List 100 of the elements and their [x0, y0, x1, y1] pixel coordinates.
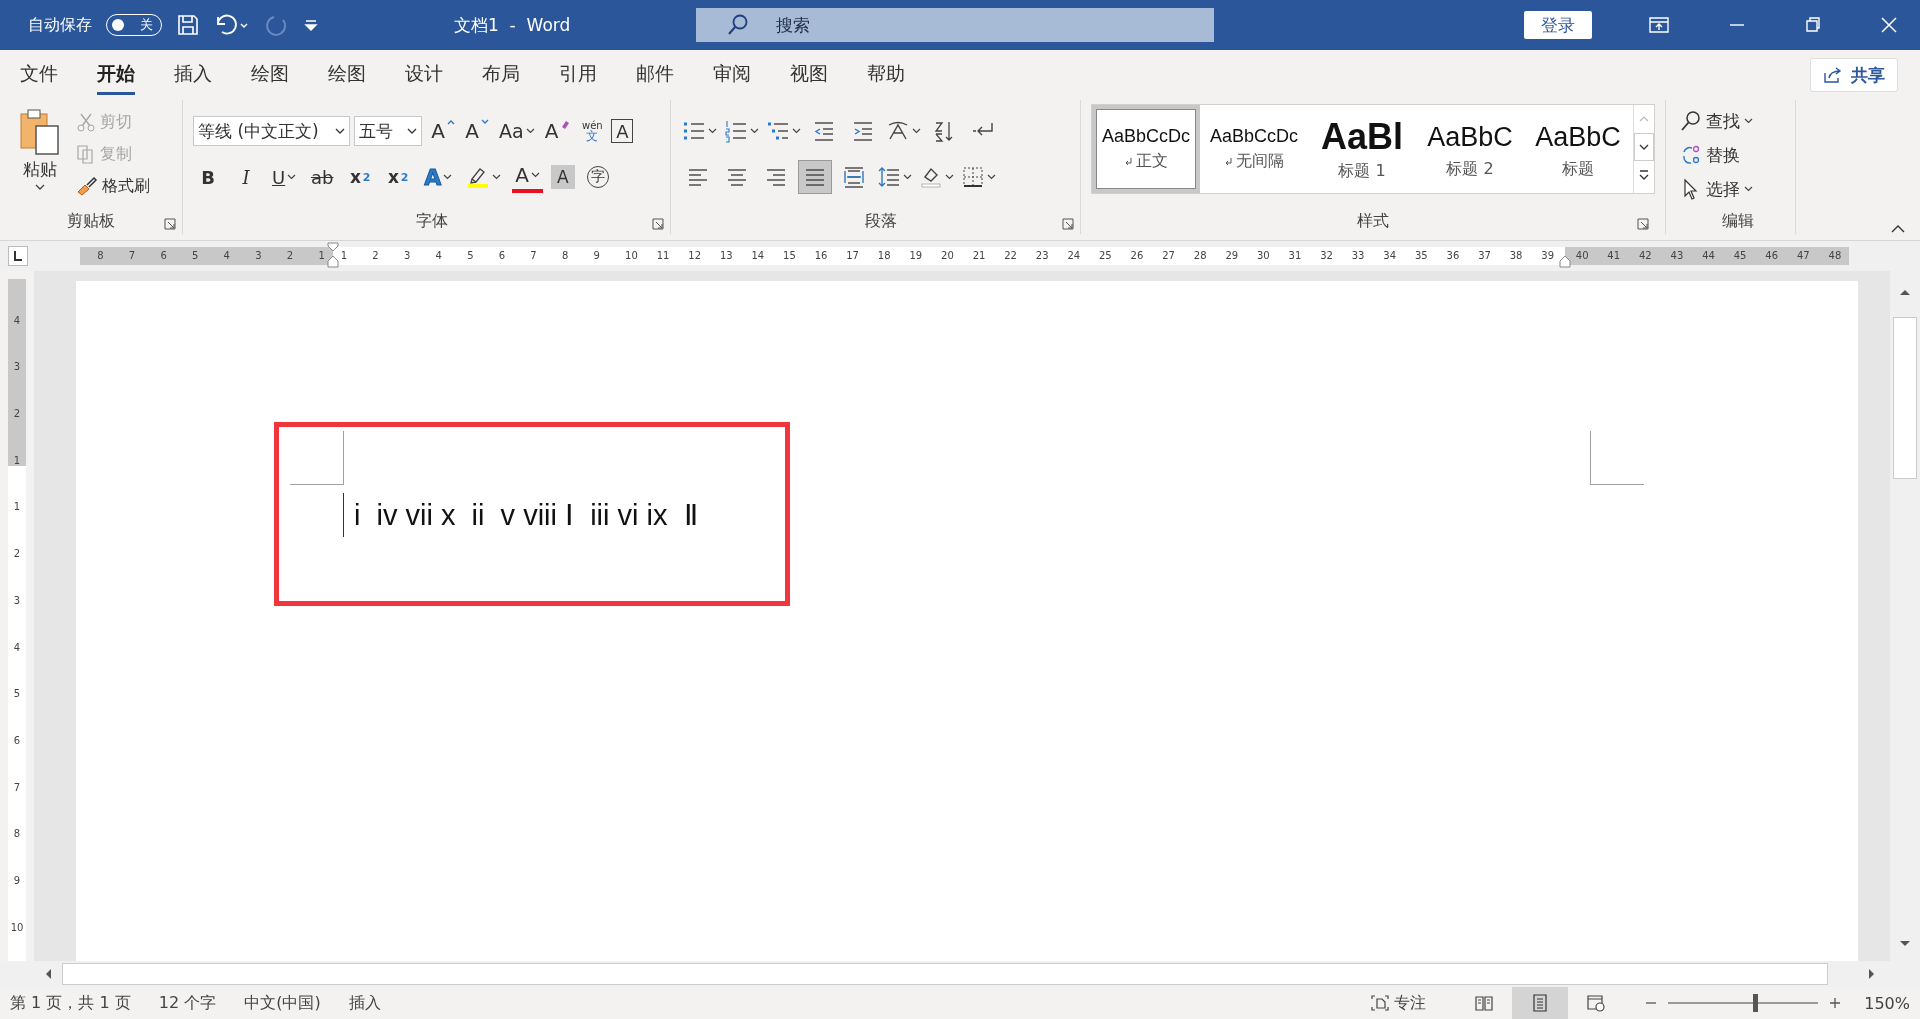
ruler-number: 45 — [1732, 249, 1748, 263]
ribbon-tab[interactable]: 绘图 — [328, 55, 366, 95]
undo-icon[interactable] — [214, 13, 250, 37]
zoom-in-icon[interactable] — [1828, 996, 1843, 1010]
character-shading-button[interactable]: A — [550, 165, 575, 189]
style-item[interactable]: AaBl 标题 1 — [1308, 105, 1416, 193]
character-border-button[interactable]: A — [611, 119, 634, 143]
tab-selector-icon[interactable] — [8, 246, 28, 266]
ruler-number: 3 — [12, 593, 22, 606]
slider-thumb[interactable] — [1753, 994, 1759, 1012]
ribbon-tab[interactable]: 帮助 — [867, 55, 905, 95]
justify-button[interactable] — [798, 160, 832, 194]
restore-icon[interactable] — [1804, 15, 1822, 35]
style-item[interactable]: AaBbC 标题 2 — [1416, 105, 1524, 193]
focus-button[interactable]: 专注 — [1370, 992, 1427, 1014]
ribbon-tab[interactable]: 邮件 — [636, 55, 674, 95]
style-item[interactable]: AaBbCcDc 正文 — [1092, 105, 1200, 193]
find-button[interactable]: 查找 — [1680, 106, 1795, 136]
change-case-button[interactable]: Aa — [496, 115, 538, 147]
ruler-number: 2 — [285, 249, 295, 263]
dialog-launcher-icon[interactable] — [164, 218, 176, 230]
ruler-number: 3 — [254, 249, 263, 263]
ruler-number: 1 — [339, 249, 349, 263]
ruler-number: 1 — [12, 453, 22, 466]
web-page-icon — [1586, 994, 1607, 1012]
close-icon[interactable] — [1880, 15, 1898, 35]
search-icon — [726, 13, 750, 37]
italic-button[interactable]: I — [231, 161, 261, 193]
language-status[interactable]: 中文(中国) — [244, 992, 321, 1014]
word-count[interactable]: 12 个字 — [158, 992, 217, 1014]
ribbon-tab[interactable]: 插入 — [174, 55, 212, 95]
ribbon-tab[interactable]: 引用 — [559, 55, 597, 95]
insert-mode-status[interactable]: 插入 — [348, 992, 381, 1014]
group-label: 剪贴板 — [67, 210, 115, 232]
underline-button[interactable]: U — [269, 161, 300, 193]
paste-button[interactable]: 粘贴 — [18, 104, 62, 208]
indent-marker-icon[interactable] — [327, 242, 339, 268]
ruler-number: 14 — [750, 249, 766, 263]
save-icon[interactable] — [176, 13, 200, 37]
distribute-icon — [842, 165, 866, 189]
style-item[interactable]: AaBbC 标题 — [1524, 105, 1632, 193]
search-field[interactable]: 搜索 — [696, 8, 1214, 42]
zoom-level[interactable]: 150% — [1864, 993, 1910, 1013]
ribbon-display-icon[interactable] — [1648, 15, 1670, 35]
strikethrough-button[interactable]: ab — [307, 161, 338, 193]
page-count[interactable]: 第 1 页，共 1 页 — [10, 992, 131, 1014]
ruler-number: 27 — [1161, 249, 1176, 263]
clear-formatting-button[interactable]: A — [541, 115, 574, 147]
ruler-number: 4 — [434, 249, 443, 263]
dialog-launcher-icon[interactable] — [1062, 218, 1074, 230]
select-button[interactable]: 选择 — [1680, 174, 1795, 204]
scroll-thumb[interactable] — [62, 963, 1828, 985]
font-size-dropdown[interactable]: 五号 — [354, 116, 422, 146]
scroll-thumb[interactable] — [1893, 317, 1917, 479]
ruler-number: 26 — [1129, 249, 1145, 263]
dialog-launcher-icon[interactable] — [1637, 218, 1649, 230]
ribbon-tab[interactable]: 视图 — [790, 55, 828, 95]
caret-icon — [492, 174, 502, 180]
ruler-number: 38 — [1508, 249, 1524, 263]
ruler-number: 8 — [96, 249, 105, 263]
collapse-ribbon-icon[interactable] — [1890, 224, 1906, 234]
grow-font-button[interactable]: A — [428, 115, 458, 147]
ribbon-tab[interactable]: 开始 — [97, 55, 135, 95]
ruler-number: 7 — [12, 780, 22, 793]
caret-icon — [750, 128, 759, 134]
ruler-number: 5 — [12, 687, 22, 700]
login-button[interactable]: 登录 — [1524, 11, 1592, 39]
bold-button[interactable]: B — [193, 161, 223, 193]
superscript-button[interactable]: x$^{2}$ — [383, 161, 414, 193]
share-button[interactable]: 共享 — [1810, 58, 1898, 92]
ribbon-tab[interactable]: 设计 — [405, 55, 443, 95]
style-item[interactable]: AaBbCcDc 无间隔 — [1200, 105, 1308, 193]
ruler-number: 13 — [718, 249, 734, 263]
ruler-number: 39 — [1540, 249, 1556, 263]
print-layout-button[interactable] — [1512, 987, 1569, 1019]
phonetic-guide-button[interactable]: wén 文 — [577, 115, 608, 147]
ribbon-tab[interactable]: 审阅 — [713, 55, 751, 95]
font-family-dropdown[interactable]: 等线 (中文正文) — [193, 116, 350, 146]
ruler-number: 20 — [940, 249, 955, 263]
dialog-launcher-icon[interactable] — [652, 218, 664, 230]
group-label: 编辑 — [1721, 210, 1754, 232]
ruler-number: 37 — [1477, 249, 1492, 263]
paint-bucket-icon — [919, 165, 943, 189]
ribbon-tab[interactable]: 布局 — [482, 55, 520, 95]
format-painter-button[interactable]: 格式刷 — [76, 172, 150, 200]
ruler-number: 33 — [1350, 249, 1366, 263]
ribbon-tab[interactable]: 文件 — [20, 55, 58, 95]
document-text: i iv vii x ii v viii Ⅰ iii vi ix Ⅱ — [354, 498, 698, 532]
font-color-button[interactable]: A — [512, 161, 543, 193]
shrink-font-button[interactable]: A — [462, 115, 492, 147]
caret-icon — [287, 174, 297, 180]
replace-button[interactable]: 替换 — [1680, 140, 1795, 170]
ruler-number: 17 — [845, 249, 860, 263]
outdent-icon — [812, 119, 836, 143]
ribbon-tab[interactable]: 绘图 — [251, 55, 289, 95]
search-input[interactable]: 搜索 — [774, 14, 1158, 36]
share-icon — [1823, 66, 1843, 84]
text-effect-button[interactable]: A — [421, 161, 456, 193]
caret-icon — [708, 128, 717, 134]
ruler-number: 8 — [12, 827, 22, 840]
